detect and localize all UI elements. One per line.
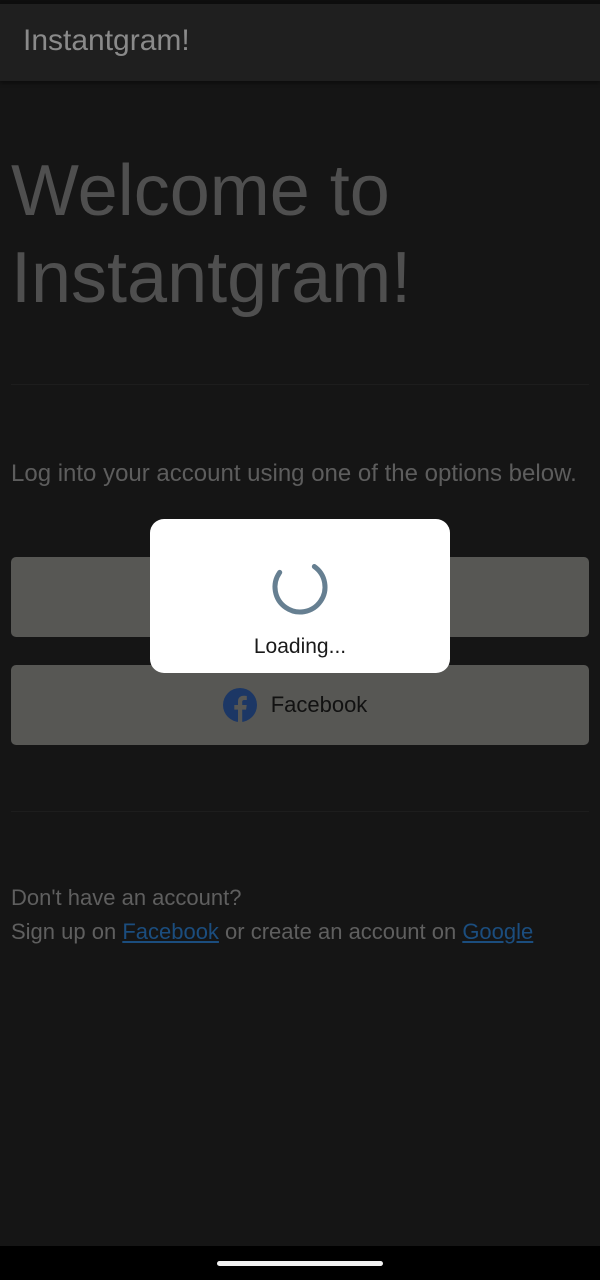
loading-text: Loading... — [253, 635, 347, 658]
signup-prompt: Don't have an account? Sign up on Facebo… — [11, 881, 591, 949]
loading-dialog: Loading... — [150, 519, 450, 673]
login-screen: Instantgram! Welcome to Instantgram! Log… — [0, 0, 600, 1280]
home-indicator[interactable] — [217, 1261, 383, 1266]
welcome-heading: Welcome to Instantgram! — [11, 148, 591, 322]
spinner-icon — [272, 559, 328, 615]
facebook-login-button[interactable]: Facebook — [11, 665, 589, 745]
facebook-signup-link[interactable]: Facebook — [122, 919, 219, 944]
signup-question: Don't have an account? — [11, 885, 242, 910]
facebook-login-label: Facebook — [270, 692, 368, 717]
signup-prefix-text: Sign up on — [11, 919, 123, 944]
app-title: Instantgram! — [23, 24, 190, 57]
facebook-login-button-content: Facebook — [11, 665, 589, 745]
welcome-heading-line-2: Instantgram! — [11, 238, 412, 318]
login-instructions: Log into your account using one of the o… — [11, 460, 577, 487]
signup-line: Sign up on Facebook or create an account… — [11, 915, 591, 949]
google-signup-link[interactable]: Google — [462, 919, 533, 944]
signup-middle-text: or create an account on — [218, 919, 463, 944]
welcome-heading-line-1: Welcome to — [11, 151, 390, 231]
divider — [11, 811, 589, 812]
app-bar: Instantgram! — [0, 4, 600, 81]
system-navigation-bar — [0, 1246, 600, 1280]
facebook-logo-icon — [222, 688, 257, 722]
divider — [11, 384, 589, 385]
